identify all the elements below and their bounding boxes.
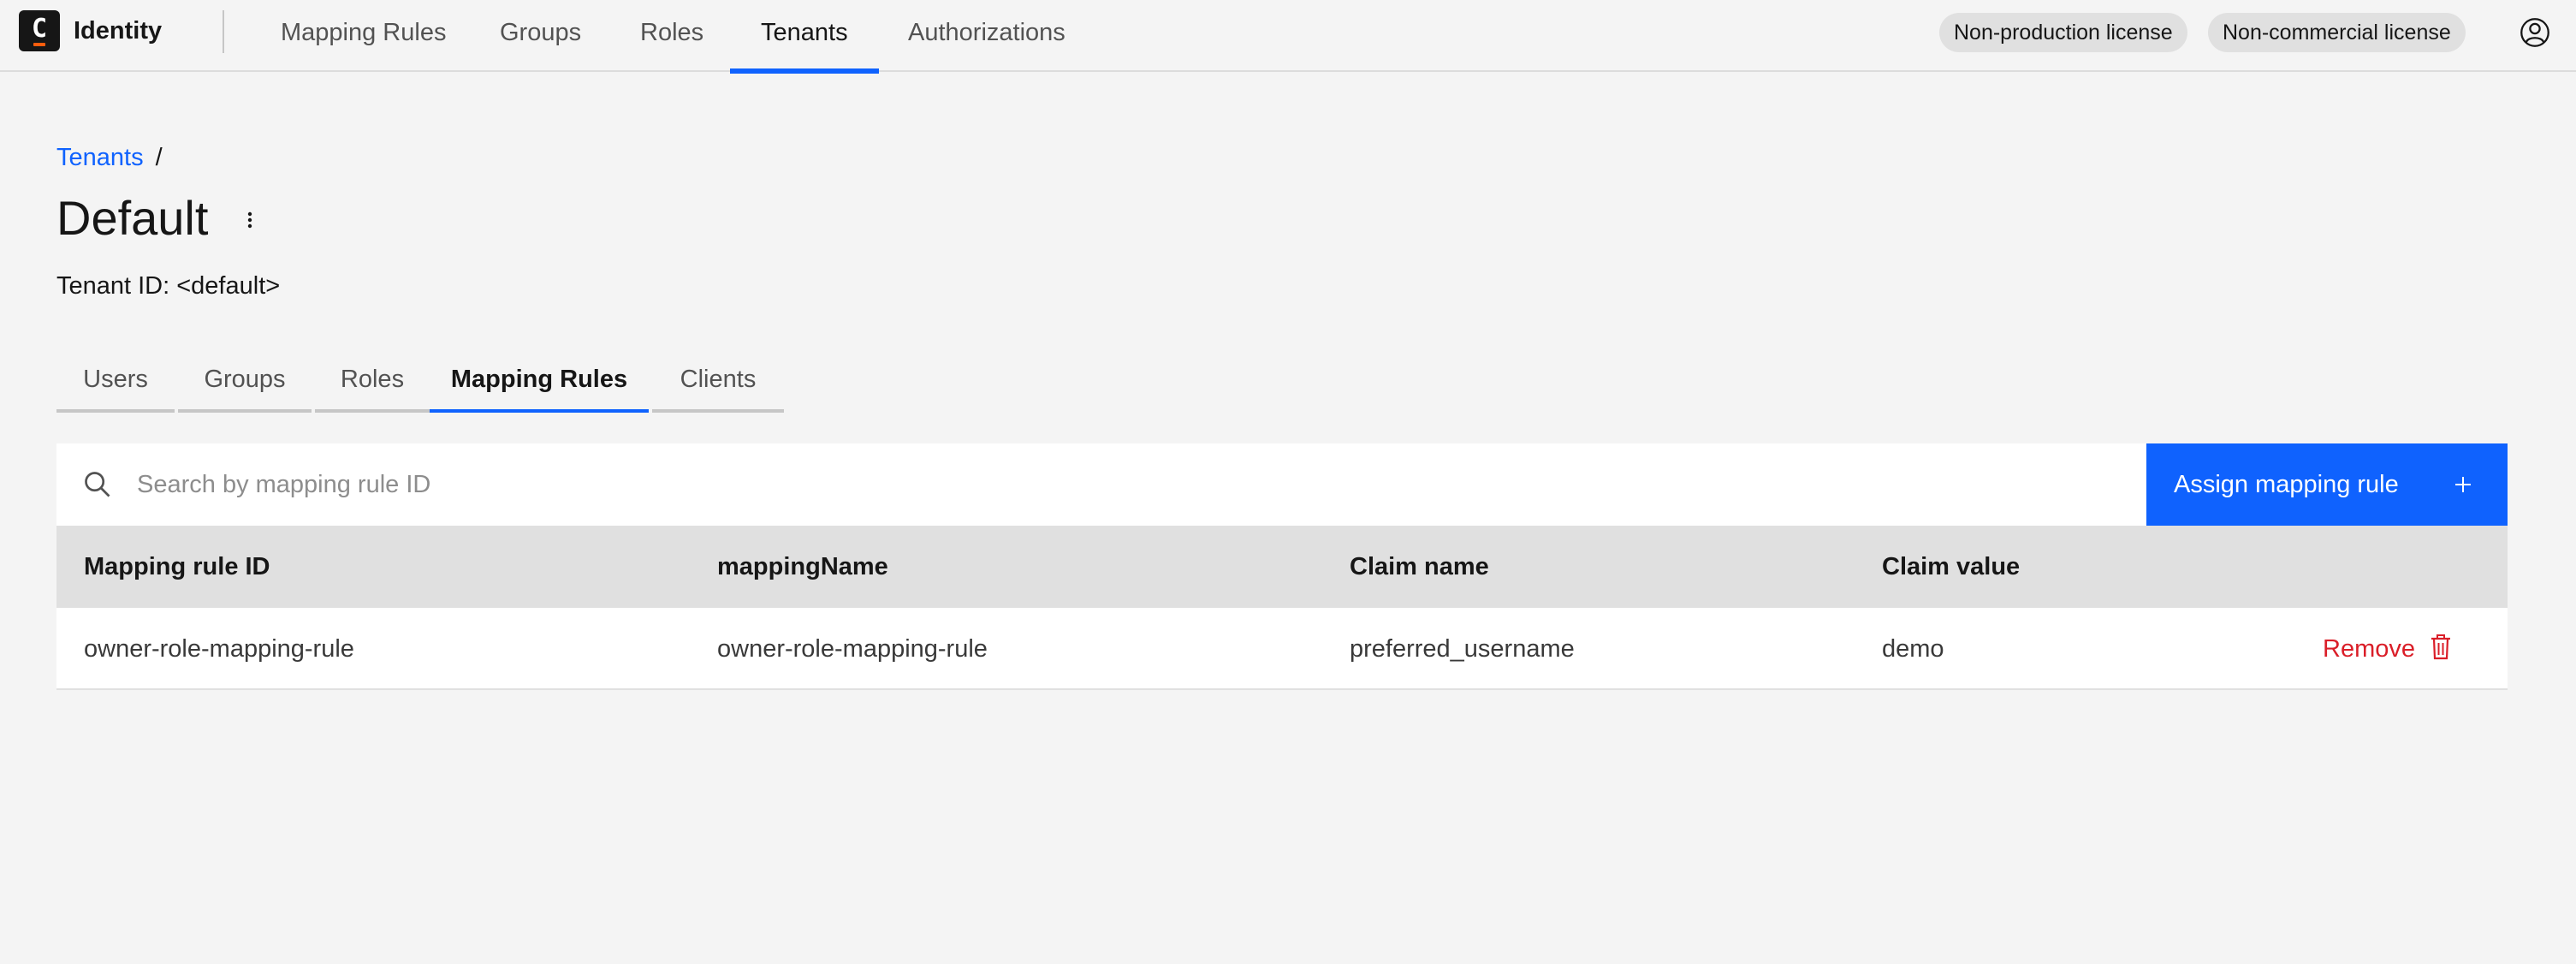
- cell-mapping-rule-id: owner-role-mapping-rule: [84, 635, 354, 663]
- nav-item-mapping-rules[interactable]: Mapping Rules: [250, 0, 477, 72]
- nav-item-groups[interactable]: Groups: [469, 0, 612, 72]
- tenant-id-text: Tenant ID: <default>: [56, 272, 281, 300]
- license-badge-non-production: Non-production license: [1939, 13, 2187, 52]
- logo-accent-bar: [33, 43, 45, 46]
- column-header-mapping-name[interactable]: mappingName: [717, 526, 888, 608]
- table-toolbar: Assign mapping rule: [56, 443, 2508, 526]
- overflow-menu-icon[interactable]: [241, 207, 258, 233]
- tab-roles[interactable]: Roles: [315, 360, 430, 413]
- tab-mapping-rules[interactable]: Mapping Rules: [430, 360, 649, 413]
- plus-icon: [2455, 477, 2471, 492]
- license-badge-non-commercial: Non-commercial license: [2208, 13, 2466, 52]
- breadcrumb-link-tenants[interactable]: Tenants: [56, 144, 144, 171]
- tab-clients[interactable]: Clients: [652, 360, 784, 413]
- top-header: C Identity Mapping Rules Groups Roles Te…: [0, 0, 2576, 74]
- breadcrumb: Tenants /: [56, 144, 163, 172]
- cell-claim-name: preferred_username: [1350, 635, 1575, 663]
- mapping-rules-table: Mapping rule ID mappingName Claim name C…: [56, 526, 2508, 690]
- cell-claim-value: demo: [1882, 635, 1944, 663]
- breadcrumb-separator: /: [155, 144, 163, 171]
- column-header-claim-value[interactable]: Claim value: [1882, 526, 2020, 608]
- user-avatar-icon[interactable]: [2520, 17, 2550, 48]
- trash-icon[interactable]: [2429, 634, 2453, 661]
- camunda-logo-icon[interactable]: C: [19, 10, 60, 51]
- tab-groups[interactable]: Groups: [178, 360, 312, 413]
- remove-button[interactable]: Remove: [2323, 608, 2415, 690]
- header-divider: [223, 10, 224, 53]
- app-name[interactable]: Identity: [74, 17, 162, 45]
- assign-mapping-rule-label: Assign mapping rule: [2174, 470, 2399, 498]
- column-header-mapping-rule-id[interactable]: Mapping rule ID: [84, 526, 270, 608]
- nav-item-roles[interactable]: Roles: [609, 0, 734, 72]
- table-header-row: Mapping rule ID mappingName Claim name C…: [56, 526, 2508, 608]
- tab-users[interactable]: Users: [56, 360, 175, 413]
- table-row: owner-role-mapping-rule owner-role-mappi…: [56, 608, 2508, 690]
- search-input[interactable]: [137, 443, 2097, 526]
- column-header-claim-name[interactable]: Claim name: [1350, 526, 1489, 608]
- nav-item-authorizations[interactable]: Authorizations: [877, 0, 1096, 72]
- search-icon: [85, 472, 110, 497]
- logo-letter: C: [31, 14, 48, 44]
- nav-item-tenants[interactable]: Tenants: [730, 0, 879, 74]
- page-title: Default: [56, 191, 209, 245]
- cell-mapping-name: owner-role-mapping-rule: [717, 635, 988, 663]
